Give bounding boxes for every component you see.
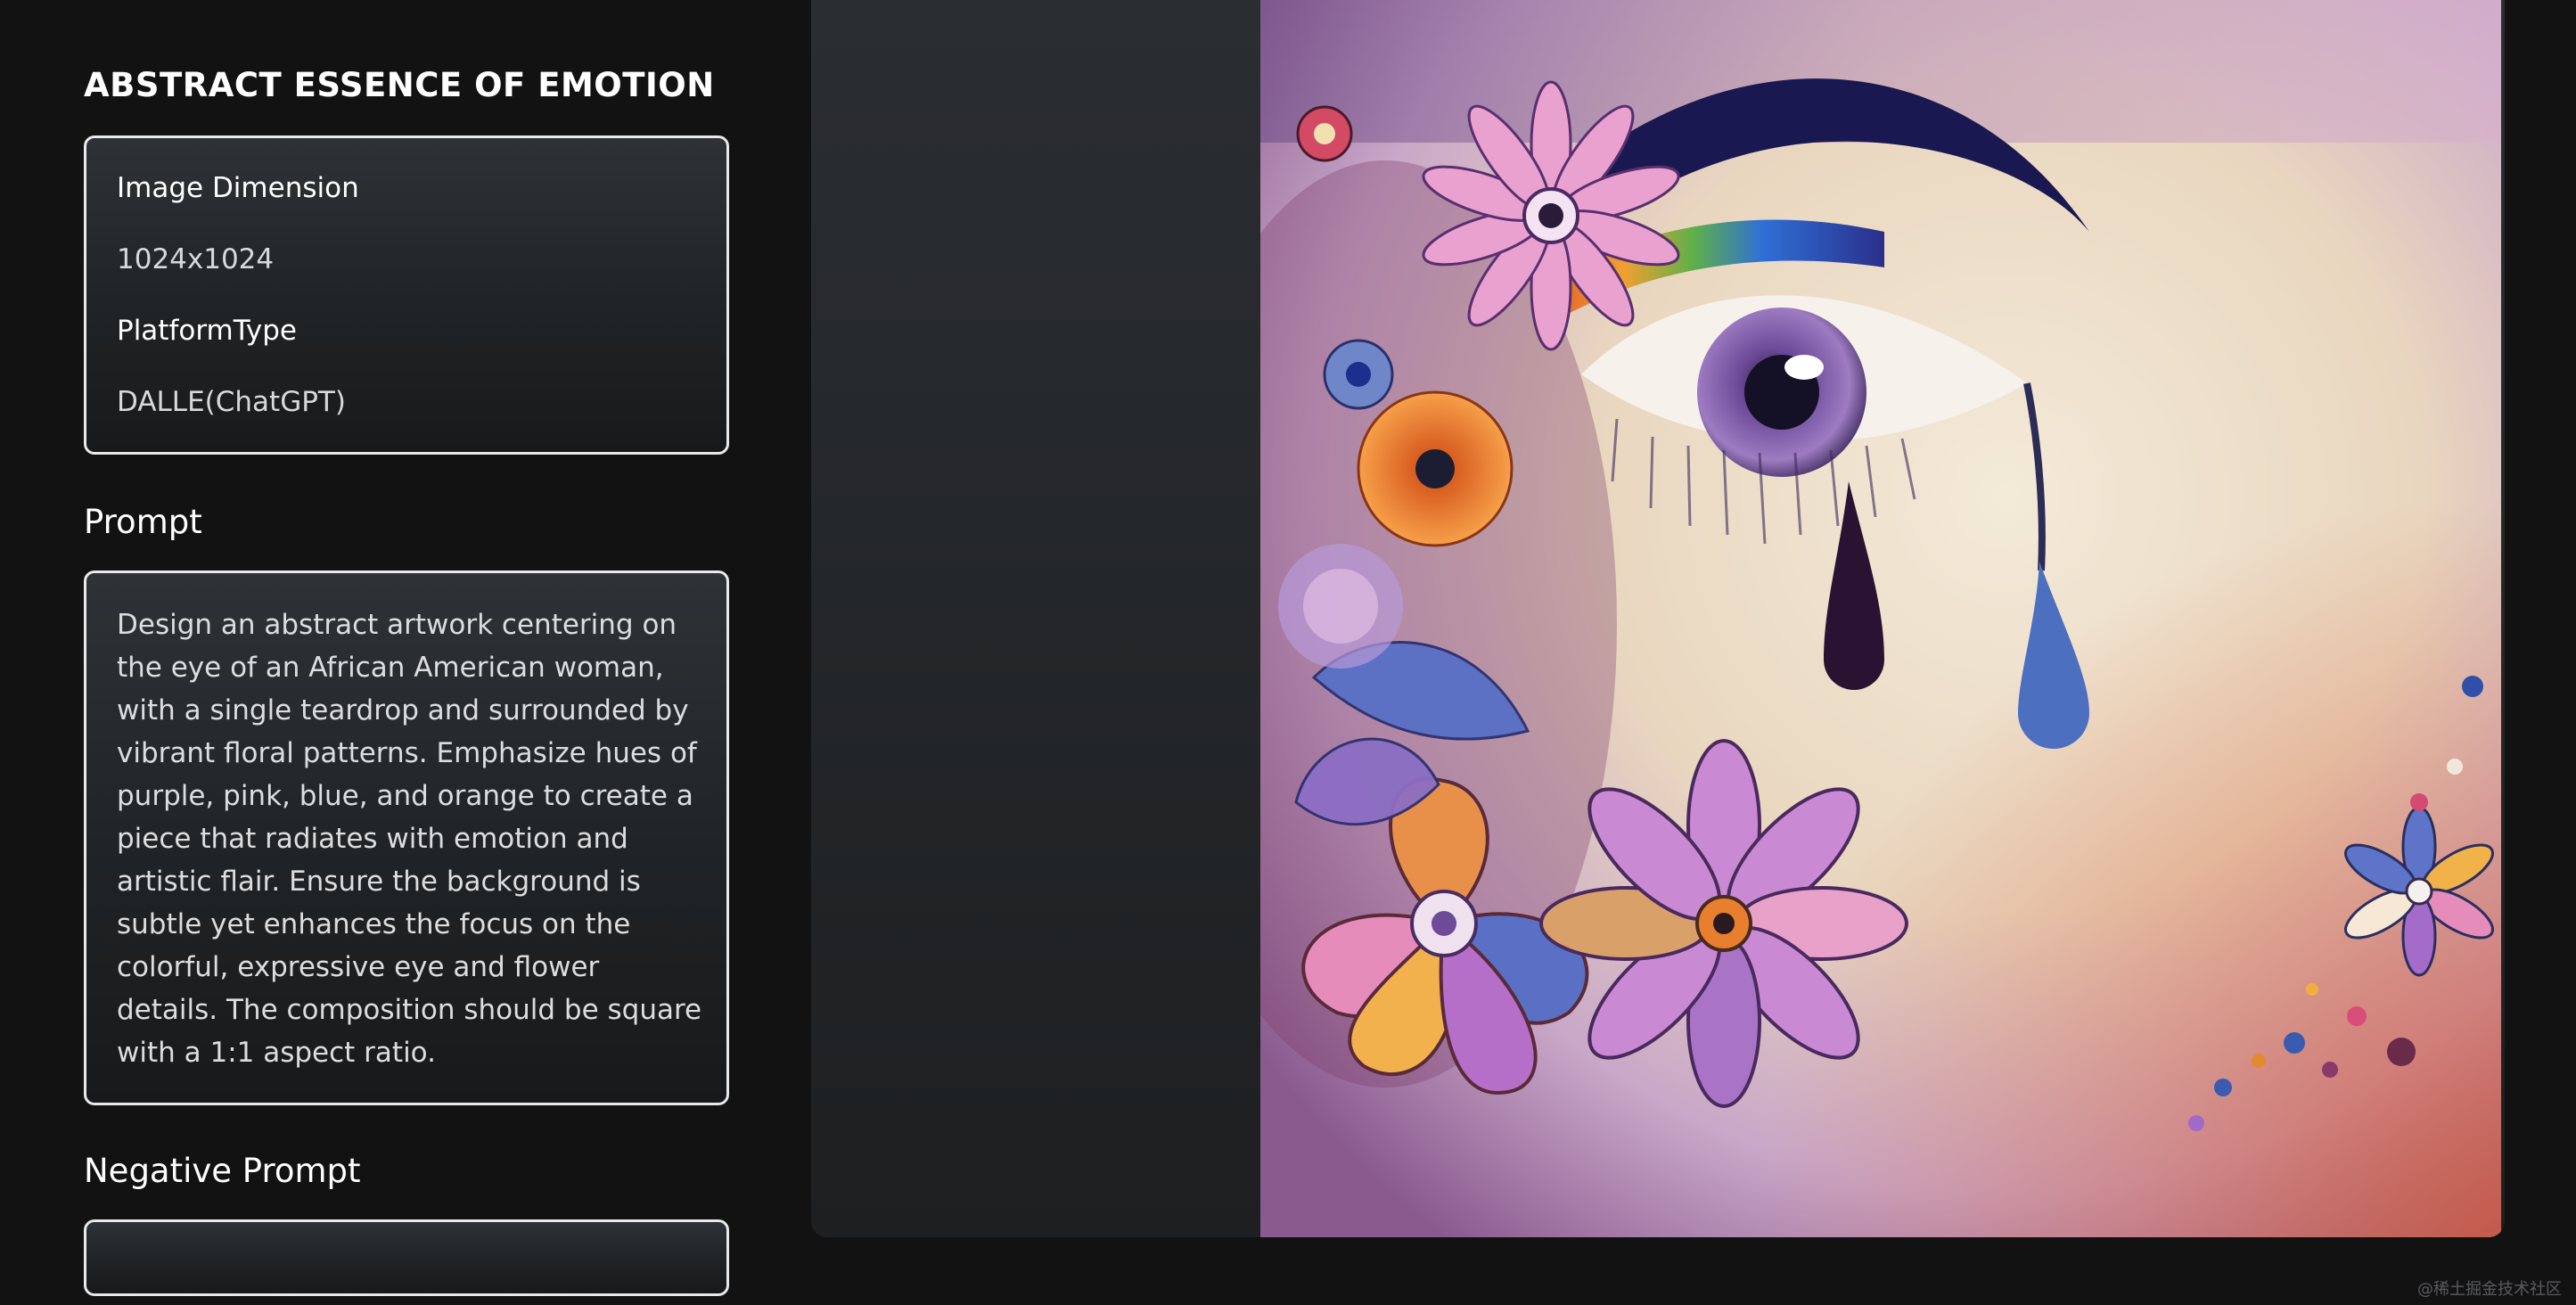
negative-prompt-box	[84, 1219, 729, 1296]
prompt-heading: Prompt	[84, 503, 202, 541]
image-viewer	[811, 0, 2505, 1237]
platform-type-label: PlatformType	[117, 315, 297, 347]
platform-type-value: DALLE(ChatGPT)	[117, 386, 346, 418]
details-sidebar: ABSTRACT ESSENCE OF EMOTION Image Dimens…	[84, 0, 733, 1305]
watermark-text: @稀土掘金技术社区	[2417, 1280, 2562, 1299]
prompt-text: Design an abstract artwork centering on …	[117, 609, 702, 1069]
image-dimension-label: Image Dimension	[117, 172, 359, 204]
prompt-detail-page: ABSTRACT ESSENCE OF EMOTION Image Dimens…	[0, 0, 2576, 1305]
artwork-image[interactable]	[1260, 0, 2501, 1237]
prompt-box: Design an abstract artwork centering on …	[84, 570, 729, 1105]
image-info-card: Image Dimension 1024x1024 PlatformType D…	[84, 135, 729, 455]
image-dimension-value: 1024x1024	[117, 243, 275, 275]
negative-prompt-heading: Negative Prompt	[84, 1152, 361, 1190]
artwork-title: ABSTRACT ESSENCE OF EMOTION	[84, 66, 715, 104]
